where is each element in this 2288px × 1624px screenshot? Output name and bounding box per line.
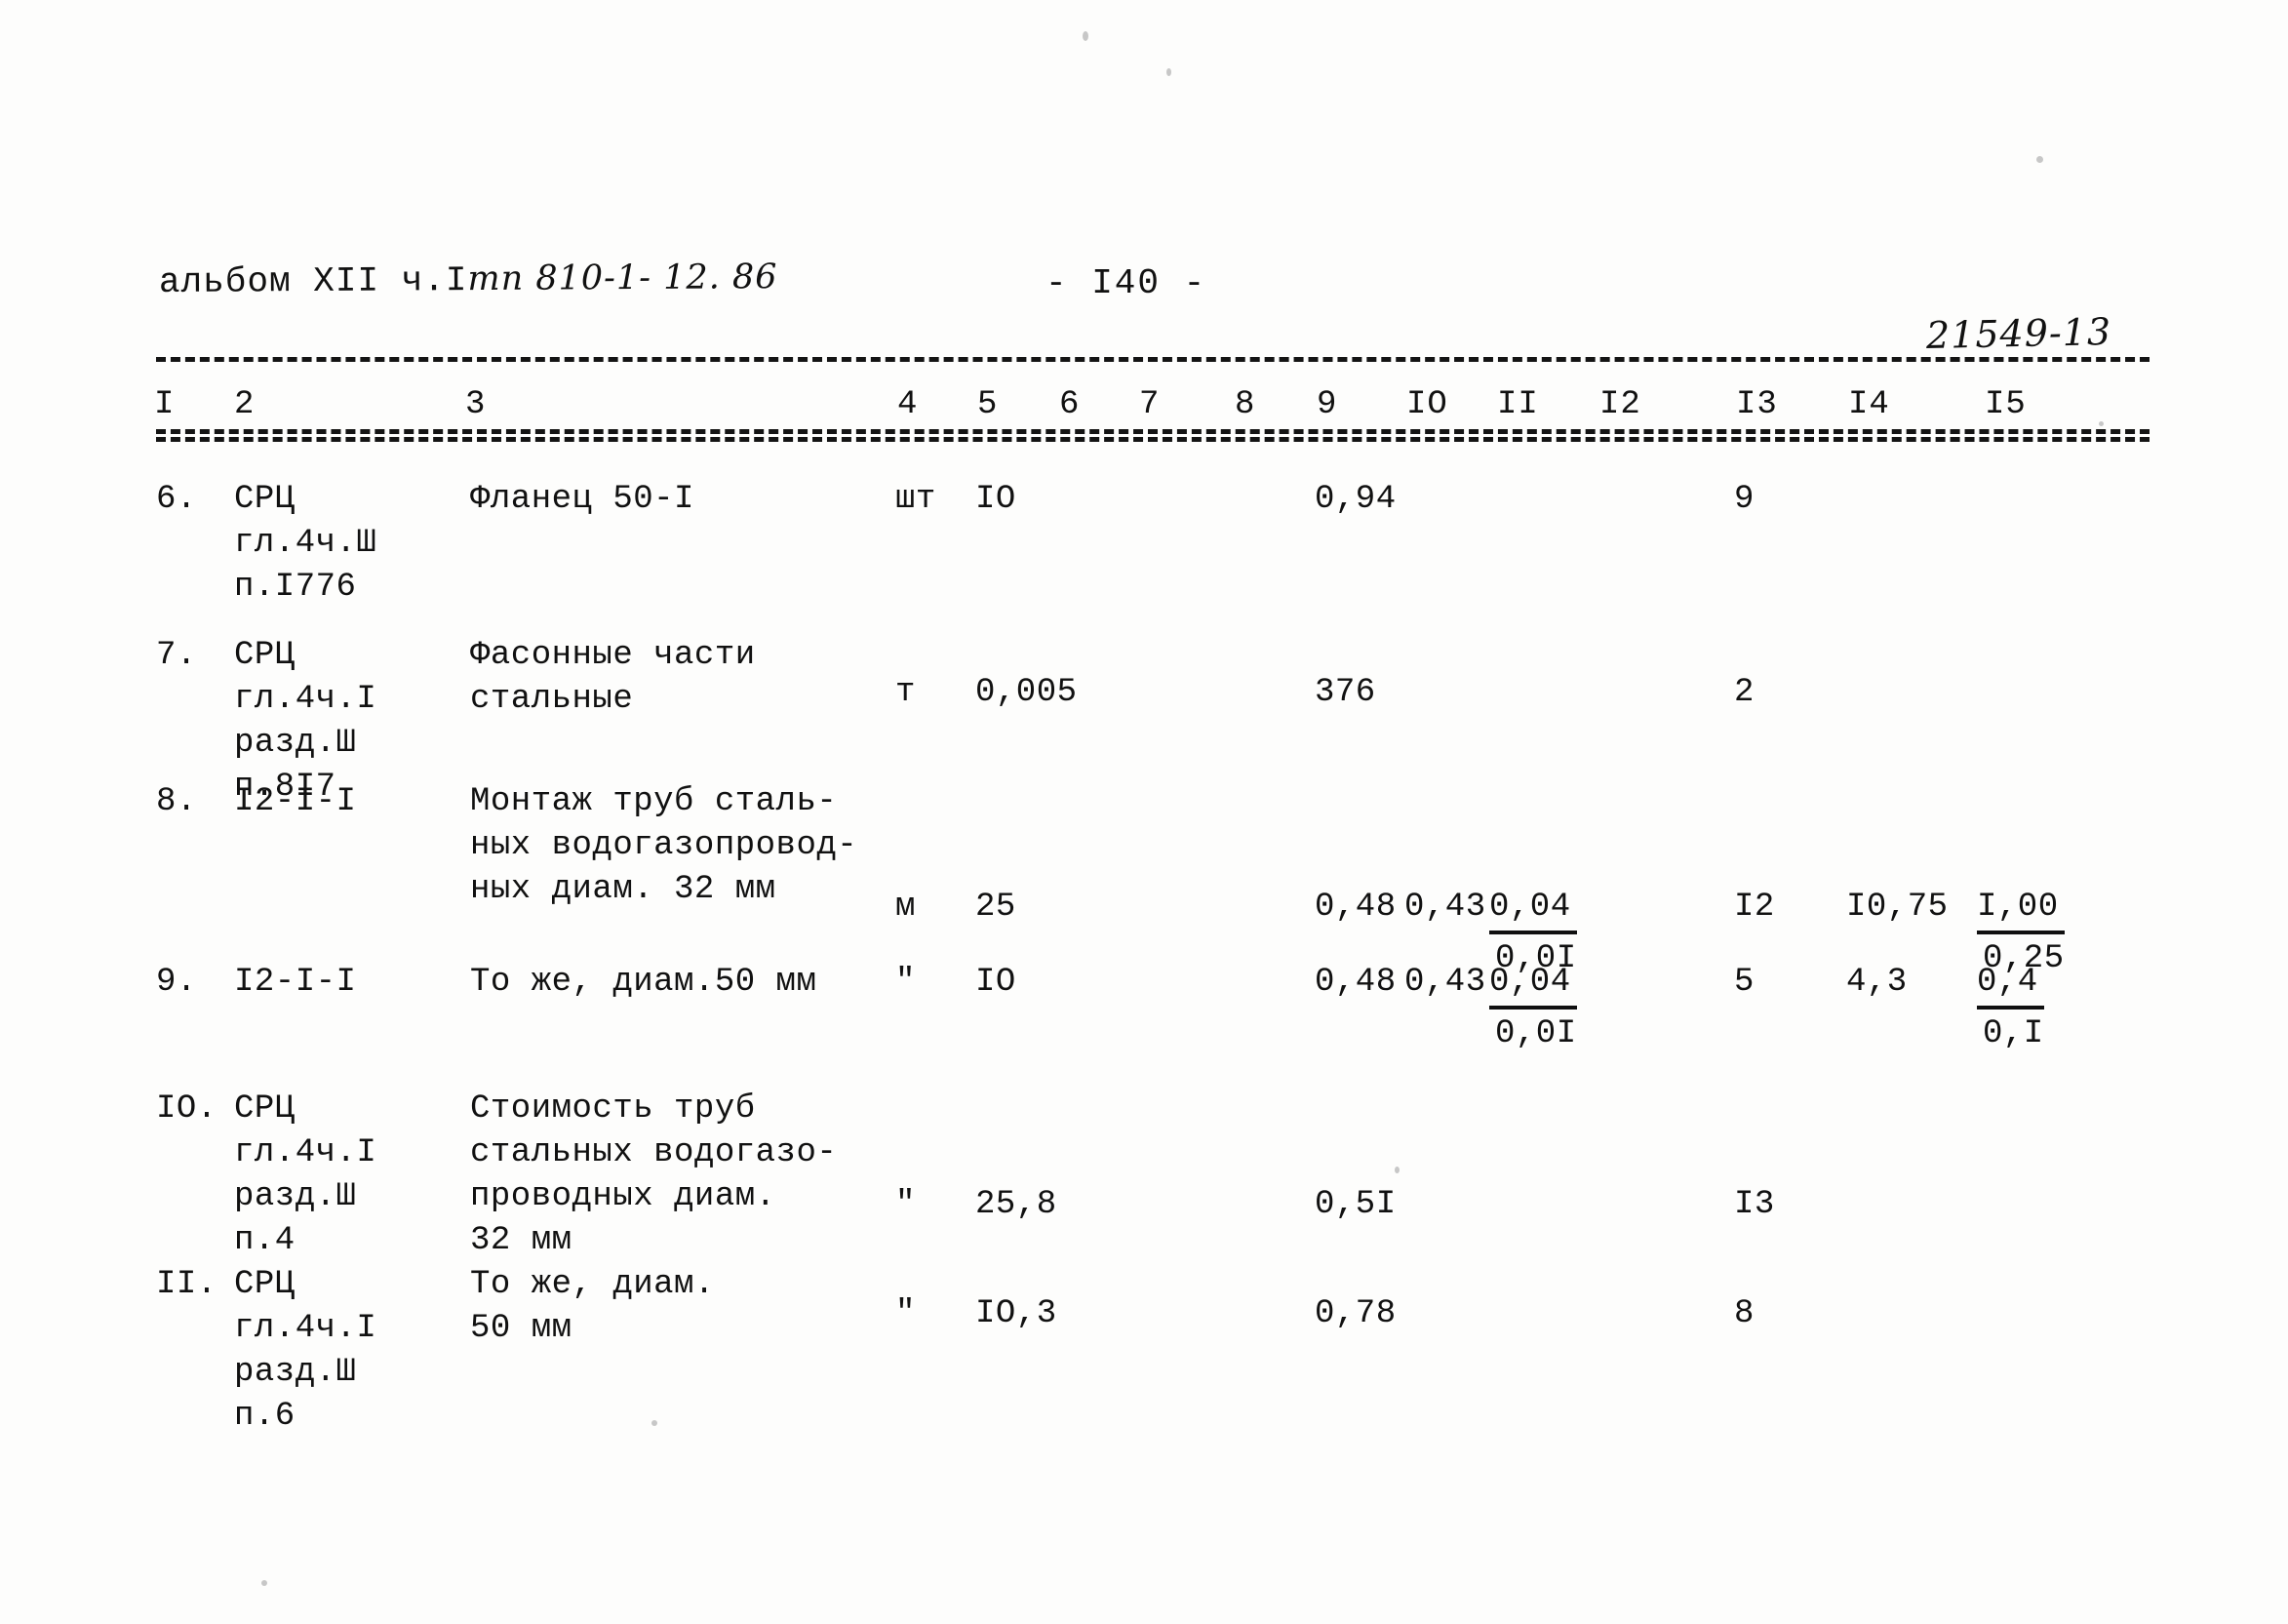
column-header-I2: I2 — [1599, 386, 1641, 423]
row-description-line: проводных диам. — [470, 1178, 776, 1215]
column-header-5: 5 — [977, 386, 999, 423]
row-unit: т — [895, 674, 916, 711]
row-value-col14: 4,3 — [1846, 964, 1908, 1001]
row-code-line: СРЦ — [234, 1266, 296, 1303]
row-code-line: разд.Ш — [234, 1354, 357, 1391]
row-item-number: IO. — [156, 1090, 217, 1128]
page-number: - I40 - — [1045, 263, 1207, 303]
row-unit: " — [895, 1295, 916, 1332]
row-value-col9: 0,78 — [1315, 1295, 1397, 1332]
row-item-number: 9. — [156, 964, 197, 1001]
row-code-line: СРЦ — [234, 1090, 296, 1128]
row-value-col10: 0,43 — [1404, 964, 1486, 1001]
row-value-col9: 0,5I — [1315, 1186, 1397, 1223]
album-reference-prefix: альбом XII ч.I — [158, 260, 468, 302]
row-code-line: I2-I-I — [234, 783, 357, 820]
column-header-I: I — [154, 386, 176, 423]
row-description-line: ных водогазопровод- — [470, 827, 858, 864]
row-code-line: гл.4ч.Ш — [234, 525, 377, 562]
row-code-line: I2-I-I — [234, 964, 357, 1001]
row-value-col9: 0,94 — [1315, 481, 1397, 518]
column-header-9: 9 — [1317, 386, 1338, 423]
column-header-I3: I3 — [1736, 386, 1778, 423]
row-description-line: То же, диам. — [470, 1266, 715, 1303]
row-description-line: Монтаж труб сталь- — [470, 783, 838, 820]
column-header-3: 3 — [465, 386, 487, 423]
row-description-line: стальных водогазо- — [470, 1134, 838, 1171]
row-value-col5: IO — [975, 964, 1016, 1001]
row-value-col11-fraction: 0,04 0,0I — [1489, 961, 1577, 1056]
row-unit: м — [895, 889, 916, 926]
row-code-line: гл.4ч.I — [234, 1134, 377, 1171]
column-header-4: 4 — [897, 386, 919, 423]
row-code-line: гл.4ч.I — [234, 681, 377, 718]
document-code: 21549-13 — [1925, 310, 2112, 357]
row-description-line: ных диам. 32 мм — [470, 871, 776, 908]
column-header-6: 6 — [1059, 386, 1081, 423]
album-reference-code: тп 810-1- 12. 86 — [467, 257, 778, 299]
row-value-col9: 376 — [1315, 674, 1376, 711]
row-code-line: гл.4ч.I — [234, 1310, 377, 1347]
row-value-col15-fraction: 0,4 0,I — [1977, 961, 2044, 1056]
row-code-line: СРЦ — [234, 481, 296, 518]
column-header-2: 2 — [234, 386, 256, 423]
row-description-line: 50 мм — [470, 1310, 572, 1347]
row-value-col15-fraction-numerator: I,00 — [1977, 886, 2065, 934]
table-rule-top — [156, 357, 2150, 362]
row-value-col11-fraction-denominator: 0,0I — [1495, 1015, 1577, 1052]
table-rule-mid-b — [156, 437, 2150, 442]
table-rule-mid-a — [156, 429, 2150, 434]
row-description-line: Фасонные части — [470, 637, 756, 674]
row-value-col13: 2 — [1734, 674, 1755, 711]
column-header-8: 8 — [1235, 386, 1256, 423]
row-unit: " — [895, 964, 916, 1001]
row-value-col15-fraction-denominator: 0,I — [1983, 1015, 2044, 1052]
column-header-II: II — [1497, 386, 1539, 423]
column-header-I4: I4 — [1848, 386, 1890, 423]
row-value-col13: I2 — [1734, 889, 1775, 926]
row-code-line: СРЦ — [234, 637, 296, 674]
row-value-col11-fraction-numerator: 0,04 — [1489, 886, 1577, 934]
row-code-line: п.4 — [234, 1222, 296, 1259]
row-code-line: разд.Ш — [234, 1178, 357, 1215]
row-value-col5: 25,8 — [975, 1186, 1057, 1223]
row-description-line: Фланец 50-I — [470, 481, 694, 518]
row-value-col13: 9 — [1734, 481, 1755, 518]
row-code-line: разд.Ш — [234, 725, 357, 762]
row-item-number: 6. — [156, 481, 197, 518]
row-item-number: 8. — [156, 783, 197, 820]
column-header-7: 7 — [1139, 386, 1161, 423]
row-unit: " — [895, 1186, 916, 1223]
row-description-line: То же, диам.50 мм — [470, 964, 817, 1001]
row-value-col14: I0,75 — [1846, 889, 1949, 926]
row-description-line: 32 мм — [470, 1222, 572, 1259]
row-item-number: II. — [156, 1266, 217, 1303]
row-value-col5: IO,3 — [975, 1295, 1057, 1332]
row-value-col9: 0,48 — [1315, 964, 1397, 1001]
row-value-col5: 25 — [975, 889, 1016, 926]
row-value-col13: 8 — [1734, 1295, 1755, 1332]
row-value-col5: IO — [975, 481, 1016, 518]
row-value-col13: I3 — [1734, 1186, 1775, 1223]
row-value-col13: 5 — [1734, 964, 1755, 1001]
row-value-col9: 0,48 — [1315, 889, 1397, 926]
row-item-number: 7. — [156, 637, 197, 674]
row-code-line: п.6 — [234, 1398, 296, 1435]
row-value-col10: 0,43 — [1404, 889, 1486, 926]
album-reference: альбом XII ч.Iтп 810-1- 12. 86 — [159, 257, 778, 302]
page-header: альбом XII ч.Iтп 810-1- 12. 86 - I40 - — [0, 257, 2288, 320]
column-header-IO: IO — [1406, 386, 1448, 423]
row-value-col5: 0,005 — [975, 674, 1078, 711]
row-value-col11-fraction-numerator: 0,04 — [1489, 961, 1577, 1010]
column-header-I5: I5 — [1985, 386, 2027, 423]
row-description-line: стальные — [470, 681, 634, 718]
row-value-col15-fraction-numerator: 0,4 — [1977, 961, 2044, 1010]
row-code-line: п.I776 — [234, 569, 357, 606]
row-unit: шт — [895, 481, 936, 518]
scanned-document-page: альбом XII ч.Iтп 810-1- 12. 86 - I40 - 2… — [0, 0, 2288, 1624]
row-description-line: Стоимость труб — [470, 1090, 756, 1128]
